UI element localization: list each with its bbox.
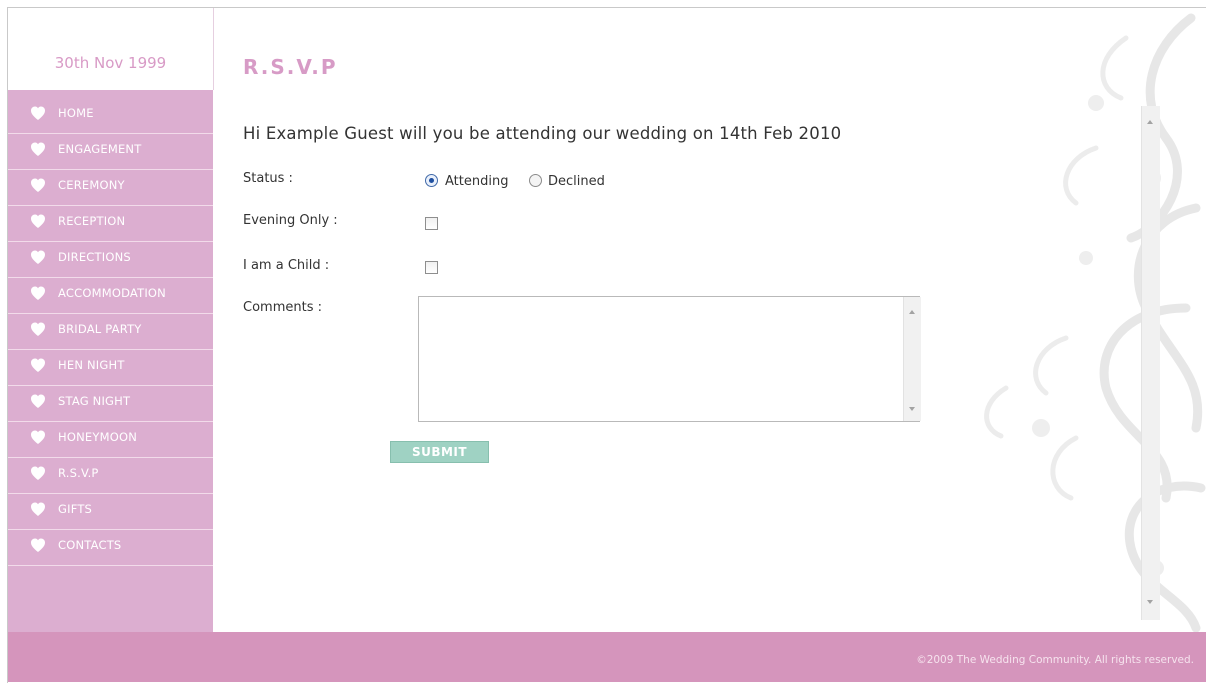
sidebar-item-honeymoon[interactable]: HONEYMOON — [8, 422, 213, 458]
heart-icon — [31, 358, 45, 372]
scroll-up-arrow-icon[interactable] — [1147, 120, 1153, 124]
heart-icon — [31, 466, 45, 480]
heart-icon — [31, 322, 45, 336]
footer: ©2009 The Wedding Community. All rights … — [8, 632, 1206, 682]
sidebar-item-label: ACCOMMODATION — [58, 286, 166, 300]
sidebar-item-home[interactable]: HOME — [8, 98, 213, 134]
sidebar-item-stag-night[interactable]: STAG NIGHT — [8, 386, 213, 422]
comments-scrollbar[interactable] — [903, 297, 921, 421]
scroll-down-arrow-icon[interactable] — [909, 407, 915, 411]
sidebar-item-label: STAG NIGHT — [58, 394, 131, 408]
sidebar-item-label: CEREMONY — [58, 178, 125, 192]
heart-icon — [31, 502, 45, 516]
child-label: I am a Child : — [243, 258, 330, 273]
sidebar-item-ceremony[interactable]: CEREMONY — [8, 170, 213, 206]
sidebar: 30th Nov 1999 HOME ENGAGEMENT CEREMONY R… — [8, 8, 214, 632]
sidebar-item-accommodation[interactable]: ACCOMMODATION — [8, 278, 213, 314]
status-label: Status : — [243, 171, 293, 186]
child-checkbox[interactable] — [425, 261, 438, 274]
floral-swirl-decoration — [984, 13, 1206, 632]
sidebar-item-gifts[interactable]: GIFTS — [8, 494, 213, 530]
sidebar-item-label: HEN NIGHT — [58, 358, 125, 372]
heart-icon — [31, 250, 45, 264]
heart-icon — [31, 178, 45, 192]
status-declined-label[interactable]: Declined — [548, 174, 605, 189]
sidebar-item-label: ENGAGEMENT — [58, 142, 142, 156]
sidebar-item-contacts[interactable]: CONTACTS — [8, 530, 213, 566]
comments-textarea[interactable] — [418, 296, 920, 422]
sidebar-item-hen-night[interactable]: HEN NIGHT — [8, 350, 213, 386]
main-content: R.S.V.P Hi Example Guest will you be att… — [213, 8, 1206, 632]
sidebar-nav: HOME ENGAGEMENT CEREMONY RECEPTION DIREC… — [8, 98, 213, 566]
heart-icon — [31, 142, 45, 156]
rsvp-intro-text: Hi Example Guest will you be attending o… — [243, 124, 842, 143]
wedding-date: 30th Nov 1999 — [54, 54, 167, 72]
status-attending-radio[interactable] — [425, 174, 438, 187]
sidebar-item-label: CONTACTS — [58, 538, 122, 552]
submit-button[interactable]: SUBMIT — [390, 441, 489, 463]
sidebar-item-reception[interactable]: RECEPTION — [8, 206, 213, 242]
sidebar-item-engagement[interactable]: ENGAGEMENT — [8, 134, 213, 170]
status-declined-radio[interactable] — [529, 174, 542, 187]
sidebar-item-label: GIFTS — [58, 502, 93, 516]
scroll-up-arrow-icon[interactable] — [909, 310, 915, 314]
sidebar-item-bridal-party[interactable]: BRIDAL PARTY — [8, 314, 213, 350]
heart-icon — [31, 286, 45, 300]
sidebar-item-rsvp[interactable]: R.S.V.P — [8, 458, 213, 494]
page-title: R.S.V.P — [243, 55, 338, 79]
sidebar-item-directions[interactable]: DIRECTIONS — [8, 242, 213, 278]
sidebar-item-label: R.S.V.P — [58, 466, 99, 480]
sidebar-item-label: RECEPTION — [58, 214, 126, 228]
heart-icon — [31, 214, 45, 228]
sidebar-item-label: HONEYMOON — [58, 430, 138, 444]
heart-icon — [31, 106, 45, 120]
sidebar-item-label: HOME — [58, 106, 94, 120]
content-scrollbar[interactable] — [1141, 106, 1160, 620]
sidebar-item-label: BRIDAL PARTY — [58, 322, 142, 336]
comments-label: Comments : — [243, 300, 322, 315]
evening-only-label: Evening Only : — [243, 213, 338, 228]
date-box: 30th Nov 1999 — [8, 8, 214, 90]
copyright-text: ©2009 The Wedding Community. All rights … — [916, 654, 1194, 666]
scroll-down-arrow-icon[interactable] — [1147, 600, 1153, 604]
heart-icon — [31, 430, 45, 444]
sidebar-item-label: DIRECTIONS — [58, 250, 131, 264]
status-attending-label[interactable]: Attending — [445, 174, 508, 189]
heart-icon — [31, 538, 45, 552]
heart-icon — [31, 394, 45, 408]
evening-only-checkbox[interactable] — [425, 217, 438, 230]
